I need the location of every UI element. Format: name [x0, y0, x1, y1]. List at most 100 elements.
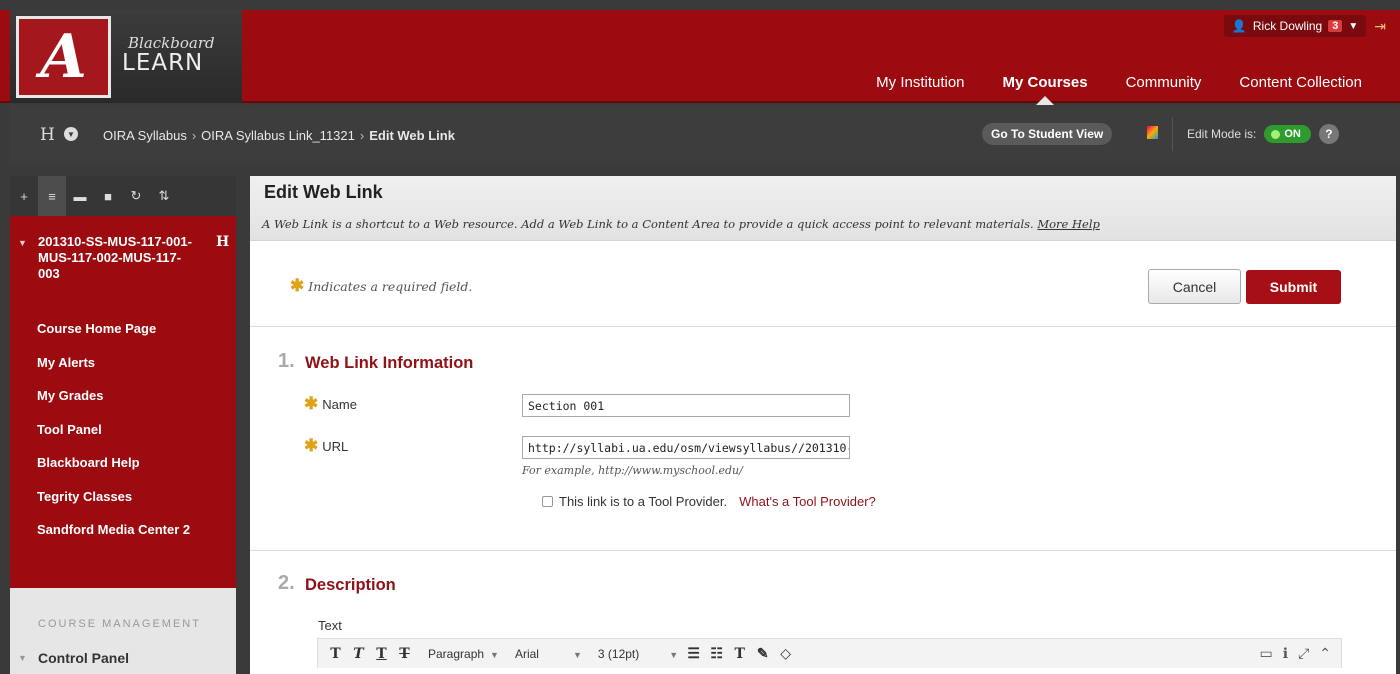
- required-star-icon: ✱: [304, 394, 319, 413]
- sidebar-item-blackboard-help[interactable]: Blackboard Help: [37, 455, 190, 489]
- highlight-icon[interactable]: ✎: [755, 646, 770, 662]
- control-panel-link[interactable]: Control Panel: [38, 650, 129, 666]
- page-title: Edit Web Link: [264, 182, 383, 202]
- refresh-icon[interactable]: ↻: [122, 176, 150, 216]
- user-bar: 👤 Rick Dowling 3 ▼ ⇥: [1223, 14, 1386, 38]
- name-label-text: Name: [322, 397, 357, 412]
- bullet-list-icon[interactable]: ☰: [686, 646, 701, 662]
- more-help-link[interactable]: More Help: [1037, 217, 1100, 231]
- course-management-title: COURSE MANAGEMENT: [38, 618, 201, 630]
- color-palette-icon[interactable]: [1147, 126, 1158, 139]
- tab-community[interactable]: Community: [1126, 74, 1202, 91]
- add-menu-item-icon[interactable]: +: [10, 176, 38, 216]
- tab-my-institution[interactable]: My Institution: [876, 74, 964, 91]
- window-icon[interactable]: ■: [94, 176, 122, 216]
- cancel-button[interactable]: Cancel: [1148, 269, 1241, 304]
- edit-mode-toggle[interactable]: ON: [1264, 125, 1311, 143]
- info-icon[interactable]: ℹ: [1283, 645, 1288, 662]
- url-input[interactable]: http://syllabi.ua.edu/osm/viewsyllabus//…: [522, 436, 850, 459]
- tool-provider-label: This link is to a Tool Provider.: [559, 494, 728, 509]
- fullscreen-icon[interactable]: ⤢: [1298, 645, 1309, 662]
- sidebar-item-my-grades[interactable]: My Grades: [37, 388, 190, 422]
- breadcrumb-bar: H ▼ OIRA Syllabus › OIRA Syllabus Link_113…: [10, 105, 1400, 163]
- url-label-text: URL: [322, 439, 349, 454]
- edit-mode-label: Edit Mode is:: [1187, 127, 1257, 141]
- breadcrumb-item-syllabus[interactable]: OIRA Syllabus: [103, 128, 187, 143]
- breadcrumb-item-syllabus-link[interactable]: OIRA Syllabus Link_11321: [201, 128, 355, 143]
- course-home-icon[interactable]: H: [216, 234, 229, 250]
- collapse-icon[interactable]: ▼: [18, 238, 27, 248]
- tool-provider-help-link[interactable]: What's a Tool Provider?: [739, 494, 876, 509]
- eraser-icon[interactable]: ◇: [778, 646, 793, 662]
- tool-provider-checkbox[interactable]: [542, 496, 553, 507]
- text-color-icon[interactable]: T: [732, 646, 747, 662]
- chevron-down-icon: ▼: [1348, 20, 1359, 32]
- top-header: A Blackboard LEARN 👤 Rick Dowling 3 ▼ ⇥ …: [0, 10, 1400, 105]
- collapse-toolbar-icon[interactable]: ⌃: [1319, 645, 1331, 662]
- required-note-text: Indicates a required field.: [308, 279, 473, 294]
- editor-right-tools: ▭ ℹ ⤢ ⌃: [1260, 645, 1332, 662]
- text-editor-toolbar: T T T T Paragraph ▼ Arial ▼ 3 (12pt) ▼ ☰ ☷ …: [317, 638, 1342, 668]
- font-family-select[interactable]: Arial ▼: [515, 647, 582, 661]
- course-management-panel: COURSE MANAGEMENT ▼ Control Panel: [10, 588, 236, 674]
- italic-icon[interactable]: T: [351, 646, 366, 662]
- reorder-icon[interactable]: ⇅: [150, 176, 178, 216]
- text-label: Text: [318, 618, 342, 633]
- chevron-down-icon: ▼: [490, 649, 499, 660]
- strikethrough-icon[interactable]: T: [397, 646, 412, 662]
- required-star-icon: ✱: [304, 436, 319, 455]
- logout-icon[interactable]: ⇥: [1374, 18, 1386, 35]
- help-icon[interactable]: ?: [1318, 124, 1339, 144]
- sidebar-item-my-alerts[interactable]: My Alerts: [37, 355, 190, 389]
- section-divider: [250, 550, 1396, 551]
- chevron-down-icon: ▼: [572, 649, 582, 660]
- section-title: Description: [305, 576, 396, 594]
- page-description-text: A Web Link is a shortcut to a Web resour…: [262, 217, 1034, 231]
- tab-content-collection[interactable]: Content Collection: [1239, 74, 1362, 91]
- url-hint: For example, http://www.myschool.edu/: [522, 464, 743, 477]
- course-title[interactable]: 201310-SS-MUS-117-001-MUS-117-002-MUS-11…: [38, 234, 198, 282]
- course-home-icon[interactable]: H: [40, 125, 55, 145]
- user-menu[interactable]: 👤 Rick Dowling 3 ▼: [1223, 15, 1367, 37]
- sidebar-item-course-home[interactable]: Course Home Page: [37, 321, 190, 355]
- font-family-value: Arial: [514, 646, 539, 661]
- preview-icon[interactable]: ▭: [1260, 645, 1273, 662]
- submit-button[interactable]: Submit: [1246, 270, 1341, 304]
- numbered-list-icon[interactable]: ☷: [709, 646, 724, 662]
- url-label: ✱ URL: [304, 436, 348, 456]
- section-number: 1.: [278, 350, 295, 372]
- folder-view-icon[interactable]: ▬: [66, 176, 94, 216]
- paragraph-format-select[interactable]: Paragraph ▼: [428, 647, 499, 661]
- course-menu-toolbar: + ≡ ▬ ■ ↻ ⇅: [10, 176, 236, 216]
- required-note: ✱ Indicates a required field.: [290, 276, 472, 296]
- bold-icon[interactable]: T: [328, 646, 343, 662]
- name-input[interactable]: Section 001: [522, 394, 850, 417]
- sidebar-item-media-center[interactable]: Sandford Media Center 2: [37, 522, 190, 556]
- university-a-logo: A: [16, 16, 111, 98]
- user-icon: 👤: [1231, 19, 1247, 33]
- logo-text-learn: LEARN: [122, 50, 204, 76]
- collapse-icon[interactable]: ▼: [18, 653, 27, 663]
- notification-badge: 3: [1328, 20, 1343, 32]
- blackboard-logo[interactable]: A Blackboard LEARN: [10, 10, 242, 103]
- page-header: Edit Web Link A Web Link is a shortcut t…: [250, 176, 1396, 241]
- tool-provider-row: This link is to a Tool Provider. What's …: [542, 494, 876, 509]
- paragraph-format-value: Paragraph: [428, 646, 485, 661]
- underline-icon[interactable]: T: [374, 646, 389, 662]
- tab-my-courses[interactable]: My Courses: [1003, 74, 1088, 105]
- font-size-select[interactable]: 3 (12pt) ▼: [598, 647, 678, 661]
- list-view-icon[interactable]: ≡: [38, 176, 66, 216]
- blackboard-page: A Blackboard LEARN 👤 Rick Dowling 3 ▼ ⇥ …: [0, 0, 1400, 674]
- sidebar-item-tool-panel[interactable]: Tool Panel: [37, 422, 190, 456]
- chevron-down-icon[interactable]: ▼: [64, 127, 78, 141]
- main-tabs: My Institution My Courses Community Cont…: [876, 74, 1362, 105]
- edit-mode-control: Edit Mode is: ON ?: [1172, 117, 1384, 151]
- section-number: 2.: [278, 572, 295, 594]
- required-star-icon: ✱: [290, 276, 305, 296]
- section-title: Web Link Information: [305, 354, 474, 372]
- sidebar-item-tegrity[interactable]: Tegrity Classes: [37, 489, 190, 523]
- course-menu-sidebar: + ≡ ▬ ■ ↻ ⇅ ▼ 201310-SS-MUS-117-001-MUS-…: [10, 176, 236, 674]
- name-label: ✱ Name: [304, 394, 357, 414]
- student-view-button[interactable]: Go To Student View: [982, 123, 1113, 145]
- page-description: A Web Link is a shortcut to a Web resour…: [262, 217, 1100, 231]
